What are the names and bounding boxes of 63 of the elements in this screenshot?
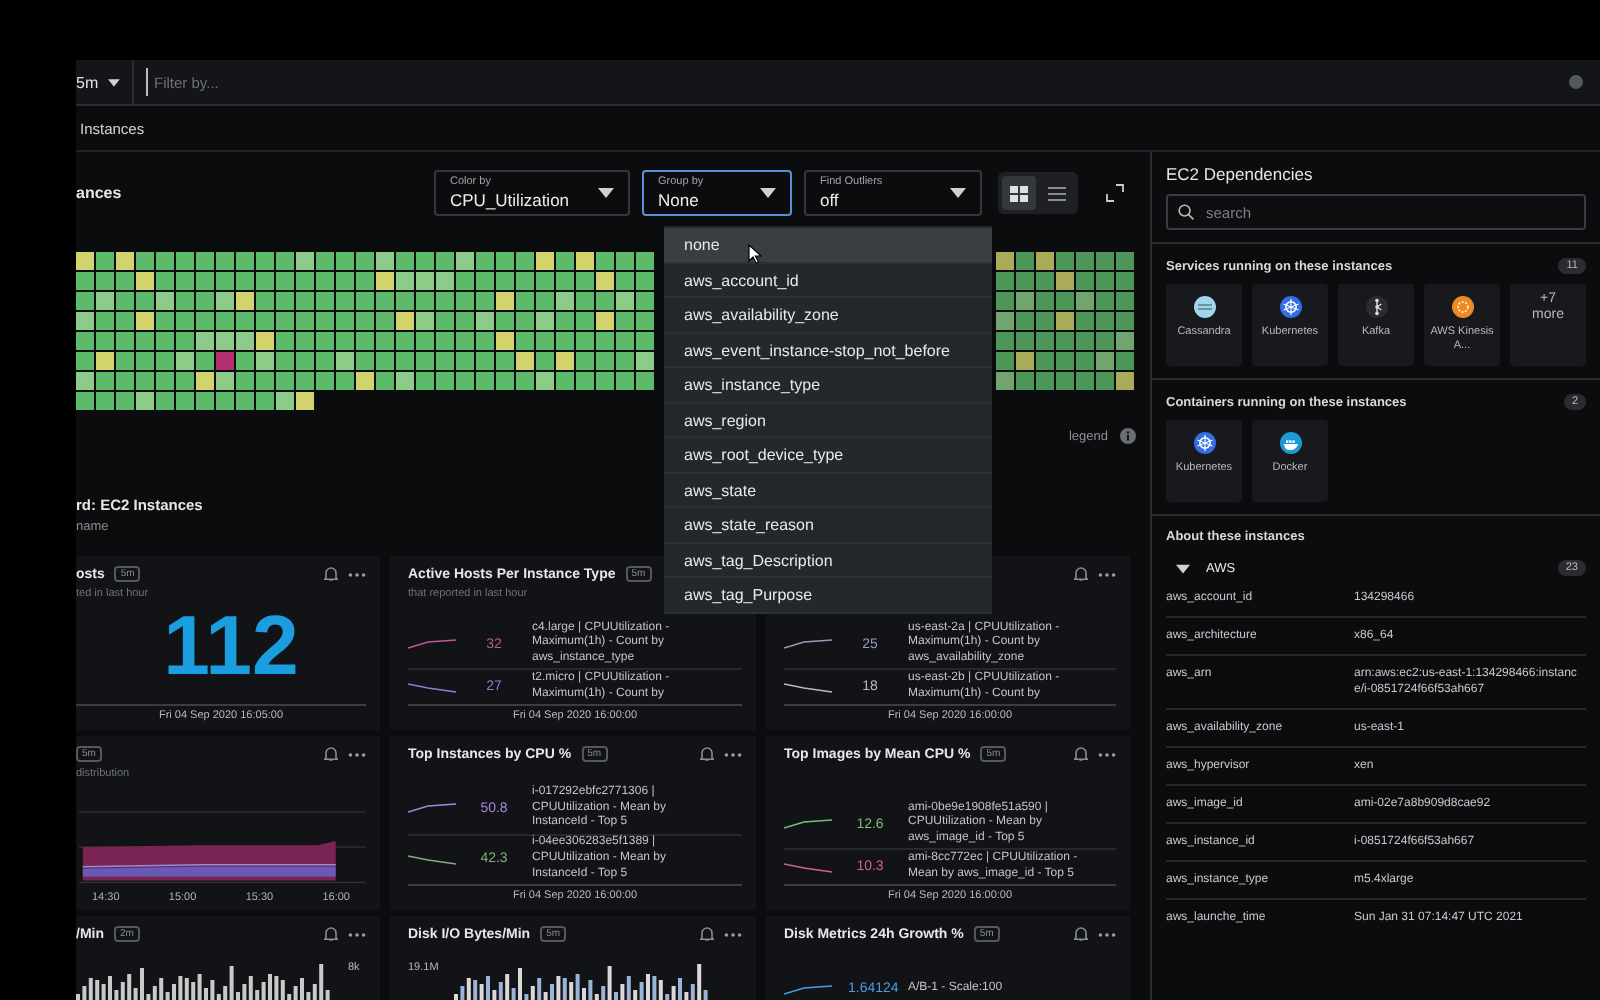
bell-icon[interactable]	[324, 926, 338, 942]
more-icon[interactable]	[724, 931, 742, 937]
more-icon[interactable]	[348, 931, 366, 937]
expand-icon[interactable]	[1106, 184, 1124, 202]
view-toggle[interactable]	[1002, 176, 1036, 210]
menu-item[interactable]: aws_state_reason	[664, 508, 992, 543]
helm-wheel-icon	[1193, 432, 1215, 454]
sparkline-icon	[784, 981, 832, 997]
grid-view-icon	[1010, 185, 1028, 201]
select-value: None	[658, 190, 701, 210]
caret-icon[interactable]	[1176, 563, 1190, 573]
metric-value: 112	[161, 602, 301, 696]
bell-icon[interactable]	[324, 746, 338, 762]
panel-title: ances	[76, 184, 122, 202]
menu-item[interactable]: none	[664, 228, 992, 263]
more-icon[interactable]	[1098, 931, 1116, 937]
dotted-circle-icon	[1451, 296, 1473, 318]
menu-item[interactable]: aws_account_id	[664, 263, 992, 298]
list-view-icon	[1048, 185, 1066, 201]
menu-item[interactable]: aws_state	[664, 473, 992, 508]
more-icon[interactable]	[348, 571, 366, 577]
info-icon[interactable]	[1120, 428, 1136, 444]
time-range-button[interactable]: 5m	[76, 73, 99, 91]
sparkline-icon	[408, 800, 456, 817]
node-graph-icon	[1365, 296, 1387, 318]
helm-wheel-icon	[1279, 296, 1301, 318]
caret-icon	[108, 77, 120, 87]
more-icon[interactable]	[1098, 571, 1116, 577]
bell-icon[interactable]	[700, 746, 714, 762]
more-icon[interactable]	[1098, 751, 1116, 757]
caret-icon	[598, 188, 614, 198]
menu-item[interactable]: aws_root_device_type	[664, 438, 992, 473]
sparkline-icon	[408, 851, 456, 868]
sparkline-icon	[784, 679, 832, 696]
menu-item[interactable]: aws_tag_Description	[664, 543, 992, 578]
menu-item[interactable]: aws_region	[664, 403, 992, 438]
sparkline-icon	[784, 636, 832, 653]
bell-icon[interactable]	[700, 926, 714, 942]
caret-icon	[760, 188, 776, 198]
bell-icon[interactable]	[324, 566, 338, 582]
sparkline-icon	[408, 679, 456, 696]
more-icon[interactable]	[724, 751, 742, 757]
menu-item[interactable]: aws_availability_zone	[664, 298, 992, 333]
whale-icon	[1279, 432, 1301, 454]
bell-icon[interactable]	[1074, 746, 1088, 762]
search-icon	[1178, 204, 1194, 220]
bell-icon[interactable]	[1074, 926, 1088, 942]
menu-item[interactable]: aws_tag_Purpose	[664, 578, 992, 613]
menu-item[interactable]: aws_instance_type	[664, 368, 992, 403]
sparkline-icon	[784, 816, 832, 833]
heatmap-drawing	[996, 252, 1134, 390]
menu-item[interactable]: aws_event_instance-stop_not_before	[664, 333, 992, 368]
panel-title: EC2 Dependencies	[1164, 162, 1315, 188]
sparkline-icon	[784, 859, 832, 876]
bell-icon[interactable]	[1074, 566, 1088, 582]
caret-icon	[950, 188, 966, 198]
sparkline-icon	[408, 636, 456, 653]
more-icon[interactable]	[348, 751, 366, 757]
select-value: CPU_Utilization	[450, 190, 570, 210]
circle-icon[interactable]	[1568, 74, 1584, 90]
striped-circle-icon	[1193, 296, 1215, 318]
select-value: off	[820, 190, 841, 210]
pointer-cursor-icon	[748, 244, 762, 264]
